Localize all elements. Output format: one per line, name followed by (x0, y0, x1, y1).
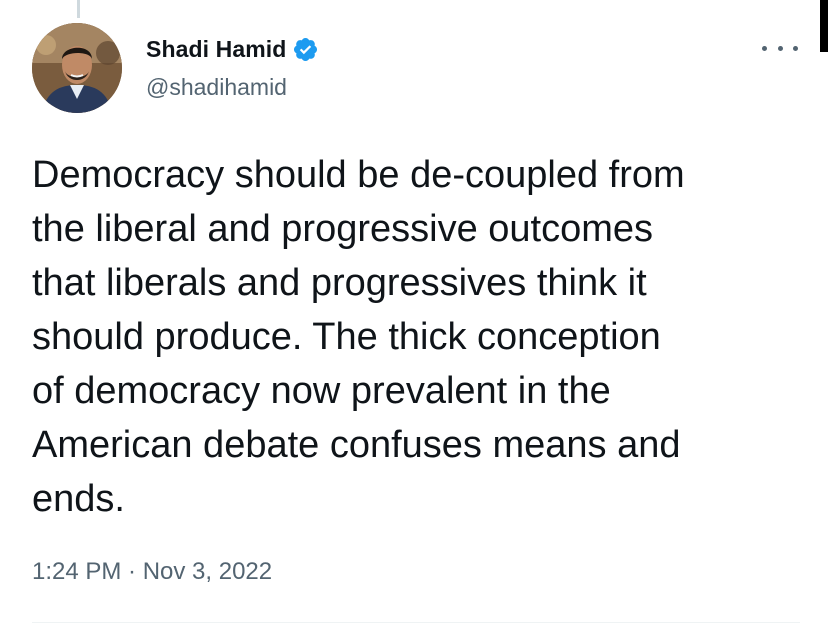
divider (32, 622, 800, 623)
tweet-timestamp[interactable]: 1:24 PM · Nov 3, 2022 (32, 558, 272, 586)
tweet-card: Shadi Hamid @shadihamid Democracy should… (0, 0, 828, 632)
avatar-photo-icon (32, 23, 122, 113)
more-horizontal-icon-dot-3 (793, 45, 798, 51)
more-options-button[interactable] (762, 36, 798, 60)
avatar[interactable] (32, 23, 122, 113)
verified-badge-icon (292, 36, 319, 63)
author-display-name[interactable]: Shadi Hamid (146, 36, 286, 63)
author-name-row[interactable]: Shadi Hamid (146, 36, 319, 63)
scrollbar[interactable] (820, 0, 828, 52)
more-horizontal-icon-dot-2 (777, 45, 783, 51)
thread-connector-line (77, 0, 80, 18)
tweet-text: Democracy should be de-coupled from the … (32, 154, 685, 520)
more-horizontal-icon-dot-1 (762, 45, 767, 51)
author-handle[interactable]: @shadihamid (146, 74, 287, 101)
